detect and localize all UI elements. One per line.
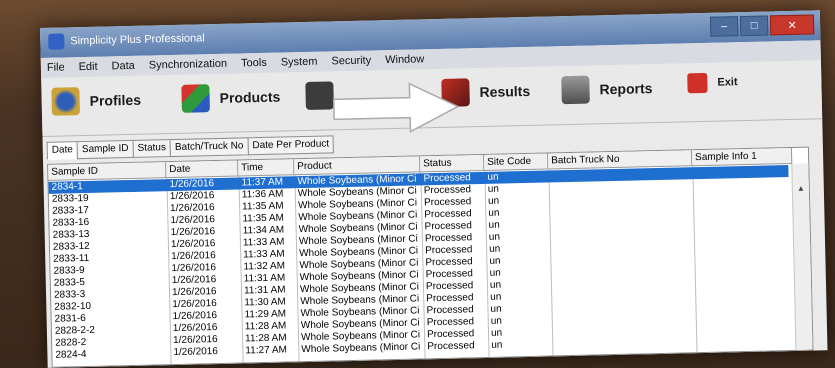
menu-synchronization[interactable]: Synchronization: [149, 58, 228, 72]
tab-date-per-product[interactable]: Date Per Product: [247, 135, 335, 156]
app-icon: [48, 33, 65, 50]
cell-time: 11:27 AM: [245, 344, 288, 357]
instrument-button[interactable]: [305, 81, 334, 110]
filter-tabs: Date Sample ID Status Batch/Truck No Dat…: [46, 135, 335, 160]
profiles-label: Profiles: [89, 91, 142, 109]
reports-button[interactable]: Reports: [561, 74, 653, 105]
tab-date[interactable]: Date: [46, 141, 79, 160]
exit-icon: [687, 72, 708, 94]
cell-site: un: [491, 339, 503, 351]
application-window: Simplicity Plus Professional – □ ✕ File …: [40, 10, 828, 368]
column-header-sample-info-1[interactable]: Sample Info 1: [691, 147, 793, 167]
products-label: Products: [219, 88, 281, 106]
window-controls: – □ ✕: [709, 14, 815, 37]
column-header-batch-truck-no[interactable]: Batch Truck No: [547, 150, 693, 170]
vertical-scrollbar[interactable]: ▲: [791, 163, 813, 350]
exit-label: Exit: [717, 76, 738, 89]
menu-window[interactable]: Window: [385, 53, 424, 66]
close-button[interactable]: ✕: [769, 14, 815, 36]
menu-edit[interactable]: Edit: [78, 61, 97, 73]
tab-sample-id[interactable]: Sample ID: [76, 139, 134, 160]
results-table: Sample ID Date Time Product Status Site …: [47, 146, 814, 368]
cell-id: 2824-4: [55, 349, 87, 361]
annotation-arrow-icon: [332, 82, 460, 133]
menu-data[interactable]: Data: [111, 60, 135, 73]
column-header-sample-id[interactable]: Sample ID: [48, 162, 167, 181]
minimize-button[interactable]: –: [709, 16, 739, 37]
results-label: Results: [479, 82, 531, 101]
reports-label: Reports: [599, 80, 653, 98]
tab-status[interactable]: Status: [132, 139, 172, 158]
products-icon: [181, 84, 210, 113]
tab-batch-truck-no[interactable]: Batch/Truck No: [169, 137, 249, 158]
profiles-button[interactable]: Profiles: [51, 86, 141, 116]
column-header-date[interactable]: Date: [166, 160, 239, 179]
column-header-product[interactable]: Product: [294, 156, 421, 176]
cell-status: Processed: [427, 340, 475, 353]
reports-icon: [561, 75, 590, 105]
exit-button[interactable]: Exit: [687, 72, 738, 94]
column-header-site-code[interactable]: Site Code: [483, 153, 549, 171]
menu-system[interactable]: System: [281, 56, 318, 69]
profiles-icon: [51, 87, 80, 116]
column-header-time[interactable]: Time: [238, 159, 295, 177]
column-header-status[interactable]: Status: [420, 154, 485, 173]
menu-tools[interactable]: Tools: [241, 57, 267, 70]
menu-file[interactable]: File: [47, 61, 65, 73]
window-title: Simplicity Plus Professional: [70, 32, 205, 48]
menu-security[interactable]: Security: [331, 54, 371, 67]
cell-date: 1/26/2016: [173, 346, 219, 359]
instrument-icon: [305, 81, 334, 110]
cell-product: Whole Soybeans (Minor Ci: [301, 341, 421, 356]
scroll-up-icon[interactable]: ▲: [797, 184, 805, 193]
maximize-button[interactable]: □: [739, 15, 769, 37]
products-button[interactable]: Products: [181, 83, 280, 113]
